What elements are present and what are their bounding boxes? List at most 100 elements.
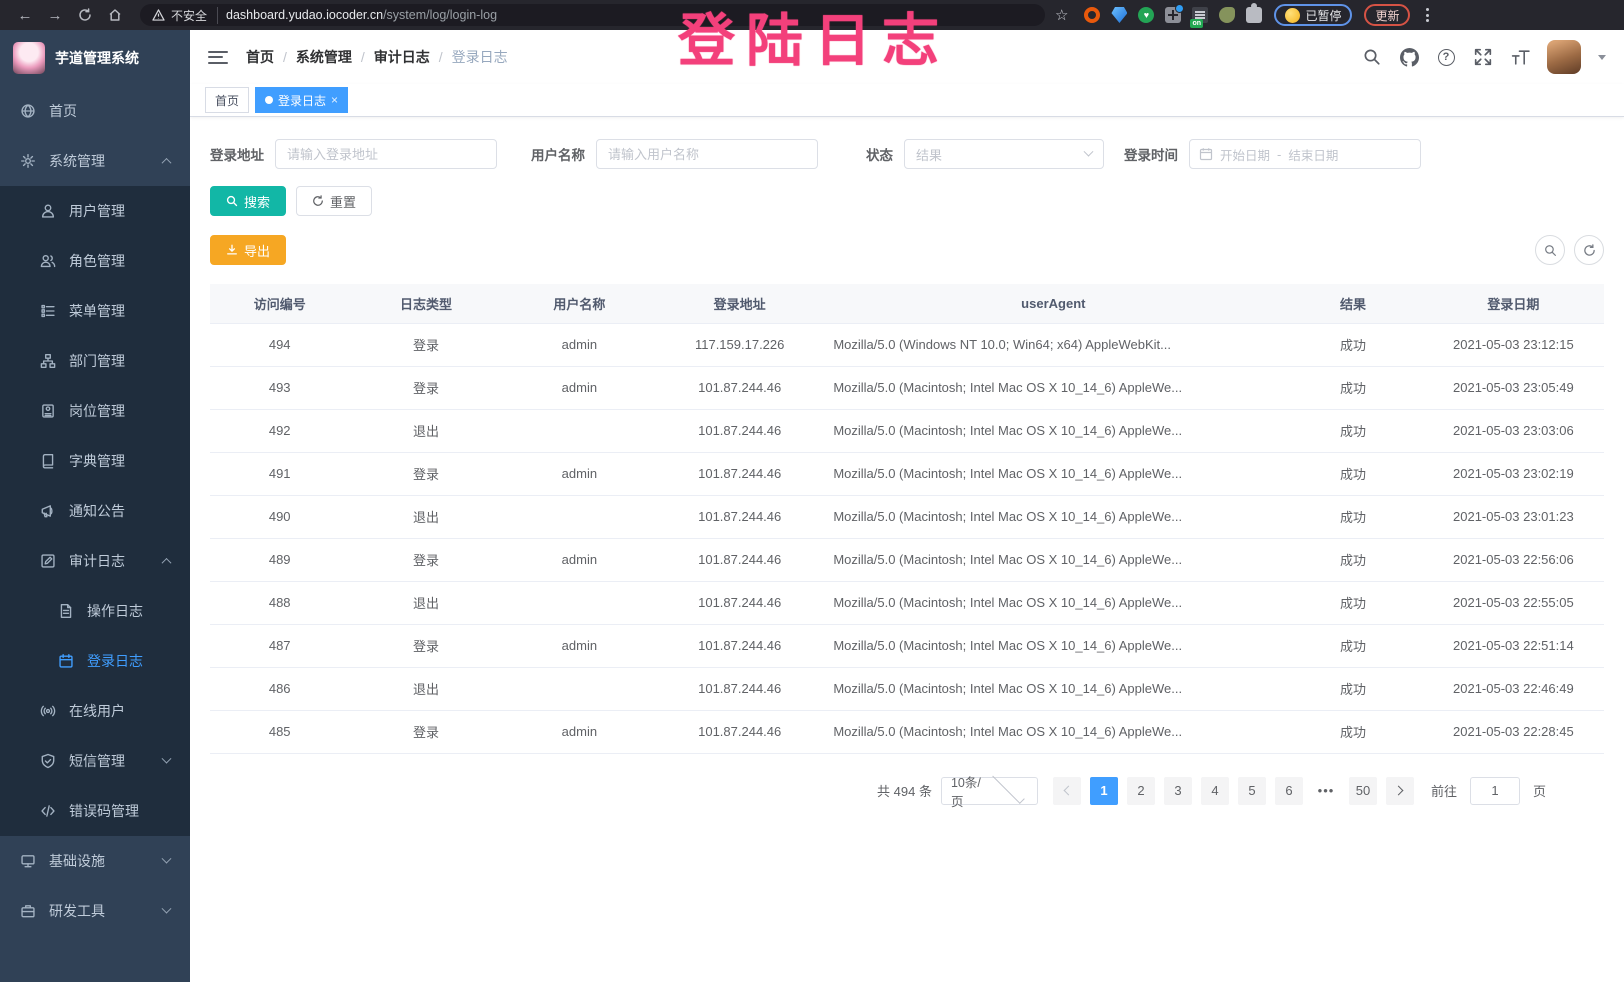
tab-home[interactable]: 首页 bbox=[205, 87, 249, 113]
page-button[interactable]: 6 bbox=[1275, 777, 1303, 805]
page-button[interactable]: 3 bbox=[1164, 777, 1192, 805]
extension-leaf-icon[interactable] bbox=[1219, 7, 1235, 23]
extension-grid-icon[interactable] bbox=[1165, 7, 1181, 23]
extension-blue-gem-icon[interactable] bbox=[1111, 7, 1127, 23]
update-button[interactable]: 更新 bbox=[1364, 4, 1410, 26]
goto-page-input[interactable] bbox=[1470, 777, 1520, 805]
extensions-puzzle-icon[interactable] bbox=[1246, 7, 1262, 23]
reset-button[interactable]: 重置 bbox=[296, 186, 372, 216]
bookmark-star-icon[interactable]: ☆ bbox=[1055, 6, 1068, 24]
address-input[interactable] bbox=[275, 139, 497, 169]
hide-search-icon[interactable] bbox=[1535, 235, 1565, 265]
table-cell: 成功 bbox=[1283, 409, 1422, 452]
page-ellipsis[interactable]: ••• bbox=[1312, 777, 1340, 805]
user-avatar[interactable] bbox=[1547, 40, 1581, 74]
extension-orange-ring-icon[interactable] bbox=[1084, 7, 1100, 23]
sidebar-item-code[interactable]: 错误码管理 bbox=[0, 786, 190, 836]
breadcrumb-item[interactable]: 系统管理 bbox=[296, 47, 352, 67]
sidebar-item-dashboard[interactable]: 首页 bbox=[0, 86, 190, 136]
sidebar-item-dict[interactable]: 字典管理 bbox=[0, 436, 190, 486]
browser-toolbar: ← → 不安全 dashboard.yudao.iocoder.cn/syste… bbox=[0, 0, 1624, 30]
header-actions: ? bbox=[1362, 40, 1606, 74]
status-placeholder: 结果 bbox=[916, 145, 1085, 164]
sidebar-item-tools[interactable]: 研发工具 bbox=[0, 886, 190, 936]
sidebar-item-user[interactable]: 用户管理 bbox=[0, 186, 190, 236]
infra-icon bbox=[20, 853, 37, 870]
prev-page-button[interactable] bbox=[1053, 777, 1081, 805]
column-header: 访问编号 bbox=[210, 284, 349, 323]
app-logo-row[interactable]: 芋道管理系统 bbox=[0, 30, 190, 86]
table-cell: 成功 bbox=[1283, 366, 1422, 409]
table-cell: 成功 bbox=[1283, 323, 1422, 366]
page-size-select[interactable]: 10条/页 bbox=[941, 777, 1038, 805]
table-cell: 退出 bbox=[349, 495, 502, 538]
table-cell: 登录 bbox=[349, 366, 502, 409]
sidebar-item-audit[interactable]: 审计日志 bbox=[0, 536, 190, 586]
github-icon[interactable] bbox=[1399, 47, 1419, 67]
address-bar[interactable]: 不安全 dashboard.yudao.iocoder.cn/system/lo… bbox=[140, 4, 1045, 26]
sidebar-item-shield[interactable]: 短信管理 bbox=[0, 736, 190, 786]
table-cell: 485 bbox=[210, 710, 349, 753]
sidebar-item-login-log[interactable]: 登录日志 bbox=[0, 636, 190, 686]
page-button[interactable]: 2 bbox=[1127, 777, 1155, 805]
help-icon[interactable]: ? bbox=[1436, 47, 1456, 67]
profile-paused-pill[interactable]: 已暂停 bbox=[1274, 4, 1352, 26]
sidebar-item-gear[interactable]: 系统管理 bbox=[0, 136, 190, 186]
org-tree-icon bbox=[40, 353, 57, 370]
forward-icon[interactable]: → bbox=[40, 3, 70, 27]
fullscreen-icon[interactable] bbox=[1473, 47, 1493, 67]
table-tools bbox=[1535, 235, 1604, 265]
sidebar-item-org-tree[interactable]: 部门管理 bbox=[0, 336, 190, 386]
username-input[interactable] bbox=[596, 139, 818, 169]
reload-icon[interactable] bbox=[70, 3, 100, 27]
announce-icon bbox=[40, 503, 57, 520]
sidebar-item-users[interactable]: 角色管理 bbox=[0, 236, 190, 286]
sidebar-item-online[interactable]: 在线用户 bbox=[0, 686, 190, 736]
user-menu-caret-icon[interactable] bbox=[1598, 55, 1606, 60]
breadcrumb: 首页/系统管理/审计日志/登录日志 bbox=[246, 47, 508, 67]
login-time-range-picker[interactable]: 开始日期 - 结束日期 bbox=[1189, 139, 1421, 169]
page-button[interactable]: 50 bbox=[1349, 777, 1377, 805]
sidebar-item-infra[interactable]: 基础设施 bbox=[0, 836, 190, 886]
paused-label: 已暂停 bbox=[1305, 7, 1341, 24]
status-select[interactable]: 结果 bbox=[904, 139, 1104, 169]
sidebar-item-badge[interactable]: 岗位管理 bbox=[0, 386, 190, 436]
end-date-placeholder: 结束日期 bbox=[1288, 145, 1338, 164]
sidebar-toggle-icon[interactable] bbox=[208, 48, 228, 67]
site-security[interactable]: 不安全 bbox=[152, 7, 218, 24]
export-button[interactable]: 导出 bbox=[210, 235, 286, 265]
page-button[interactable]: 5 bbox=[1238, 777, 1266, 805]
tab-login-log[interactable]: 登录日志 × bbox=[255, 87, 348, 113]
table-cell: 登录 bbox=[349, 452, 502, 495]
chevron-down-icon bbox=[162, 853, 172, 863]
username-label: 用户名称 bbox=[531, 144, 585, 164]
code-icon bbox=[40, 803, 57, 820]
search-icon[interactable] bbox=[1362, 47, 1382, 67]
extension-green-heart-icon[interactable]: ♥ bbox=[1138, 7, 1154, 23]
page-button[interactable]: 4 bbox=[1201, 777, 1229, 805]
tab-close-icon[interactable]: × bbox=[331, 94, 338, 106]
tools-icon bbox=[20, 903, 37, 920]
next-page-button[interactable] bbox=[1386, 777, 1414, 805]
table-cell: 101.87.244.46 bbox=[656, 538, 823, 581]
magnifier-icon bbox=[226, 195, 238, 207]
home-icon[interactable] bbox=[100, 3, 130, 27]
table-toolbar: 导出 bbox=[210, 235, 1604, 265]
sidebar-item-announce[interactable]: 通知公告 bbox=[0, 486, 190, 536]
back-icon[interactable]: ← bbox=[10, 3, 40, 27]
sidebar-item-label: 错误码管理 bbox=[69, 801, 139, 821]
sidebar-item-menu-list[interactable]: 菜单管理 bbox=[0, 286, 190, 336]
address-label: 登录地址 bbox=[210, 144, 264, 164]
breadcrumb-item[interactable]: 首页 bbox=[246, 47, 274, 67]
sidebar-item-doc[interactable]: 操作日志 bbox=[0, 586, 190, 636]
breadcrumb-item[interactable]: 审计日志 bbox=[374, 47, 430, 67]
sidebar-item-label: 首页 bbox=[49, 101, 77, 121]
font-size-icon[interactable] bbox=[1510, 47, 1530, 67]
page-button[interactable]: 1 bbox=[1090, 777, 1118, 805]
browser-menu-icon[interactable] bbox=[1422, 4, 1433, 26]
refresh-table-icon[interactable] bbox=[1574, 235, 1604, 265]
extension-switch-icon[interactable]: on bbox=[1192, 7, 1208, 23]
search-button[interactable]: 搜索 bbox=[210, 186, 286, 216]
export-button-label: 导出 bbox=[244, 241, 270, 260]
table-cell: admin bbox=[503, 366, 656, 409]
